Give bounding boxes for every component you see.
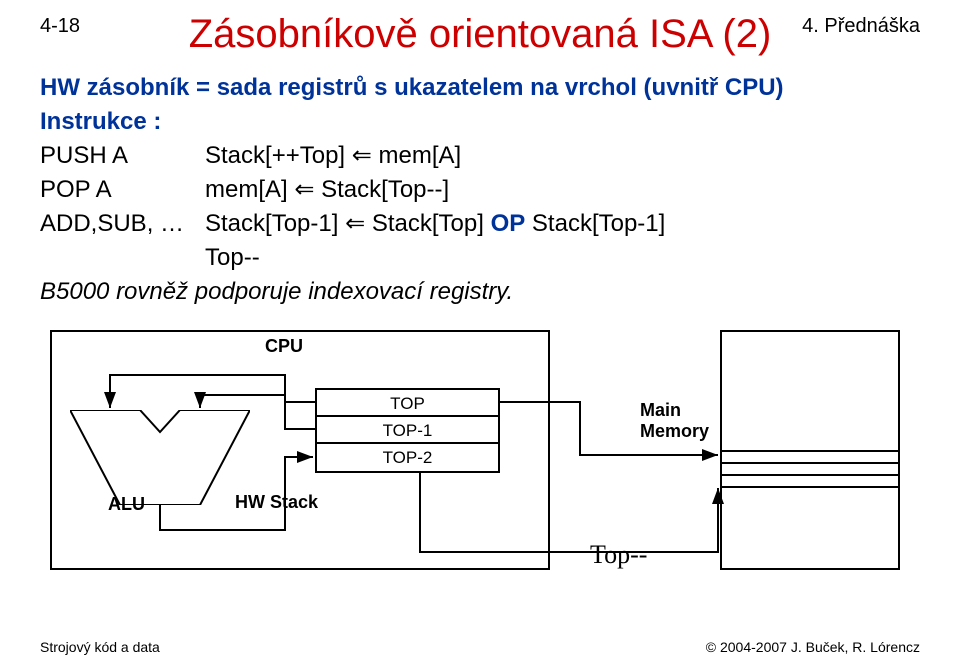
instruction-label: ADD,SUB, …: [40, 207, 205, 241]
instruction-rhs: Top--: [205, 241, 920, 275]
instruction-rhs: mem[A] ⇐ Stack[Top--]: [205, 173, 920, 207]
datapath-arrows: [40, 320, 920, 580]
page-number: 4-18: [40, 14, 80, 38]
footer-right: © 2004-2007 J. Buček, R. Lórencz: [706, 639, 920, 655]
cpu-diagram: CPU ALU TOP TOP-1 TOP-2 HW Stack Main Me…: [40, 320, 920, 580]
instruction-push: PUSH A Stack[++Top] ⇐ mem[A]: [40, 139, 920, 173]
arith-rhs-post: Stack[Top-1]: [525, 210, 665, 237]
arith-rhs-pre: Stack[Top-1] ⇐ Stack[Top]: [205, 210, 491, 237]
instruction-pop: POP A mem[A] ⇐ Stack[Top--]: [40, 173, 920, 207]
slide-title: Zásobníkově orientovaná ISA (2): [40, 12, 920, 57]
instruction-arith-line2: Top--: [40, 241, 920, 275]
instruction-label: POP A: [40, 173, 205, 207]
instruction-rhs: Stack[Top-1] ⇐ Stack[Top] OP Stack[Top-1…: [205, 207, 920, 241]
instruction-label: PUSH A: [40, 139, 205, 173]
arith-op: OP: [491, 210, 526, 237]
footer-left: Strojový kód a data: [40, 639, 160, 655]
instructions-heading: Instrukce :: [40, 105, 920, 139]
note: B5000 rovněž podporuje indexovací regist…: [40, 275, 920, 309]
instruction-arith: ADD,SUB, … Stack[Top-1] ⇐ Stack[Top] OP …: [40, 207, 920, 241]
subtitle: HW zásobník = sada registrů s ukazatelem…: [40, 71, 920, 105]
lecture-label: 4. Přednáška: [802, 14, 920, 38]
instruction-rhs: Stack[++Top] ⇐ mem[A]: [205, 139, 920, 173]
